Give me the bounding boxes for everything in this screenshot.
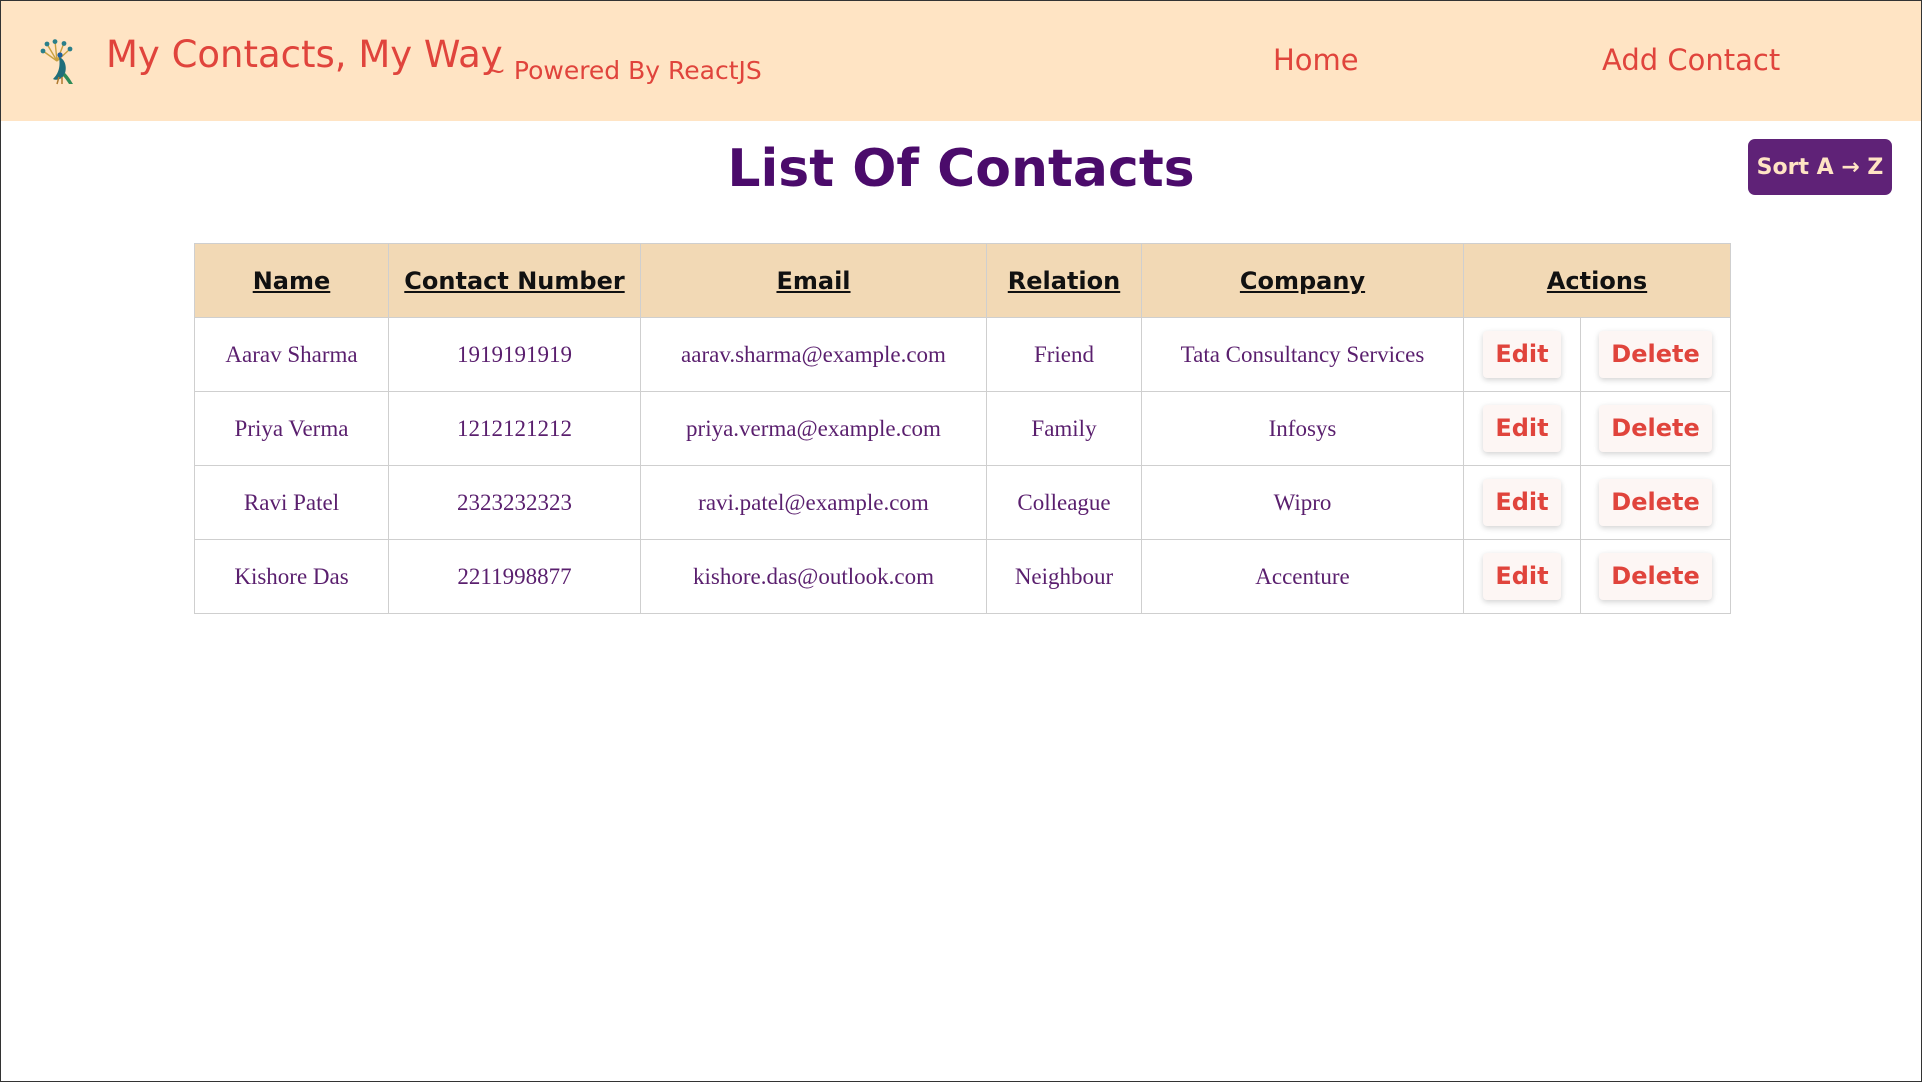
nav-add-contact-link[interactable]: Add Contact bbox=[1602, 43, 1780, 77]
navbar: My Contacts, My Way ~ Powered By ReactJS… bbox=[1, 1, 1921, 121]
cell-email: aarav.sharma@example.com bbox=[640, 317, 987, 392]
cell-edit: Edit bbox=[1463, 539, 1581, 614]
brand-title: My Contacts, My Way bbox=[106, 33, 503, 76]
cell-name: Aarav Sharma bbox=[194, 317, 389, 392]
cell-name: Ravi Patel bbox=[194, 465, 389, 540]
cell-edit: Edit bbox=[1463, 391, 1581, 466]
cell-contact-number: 1212121212 bbox=[388, 391, 641, 466]
cell-edit: Edit bbox=[1463, 465, 1581, 540]
cell-contact-number: 2211998877 bbox=[388, 539, 641, 614]
table-row: Priya Verma 1212121212 priya.verma@examp… bbox=[194, 391, 1732, 466]
cell-name: Kishore Das bbox=[194, 539, 389, 614]
cell-email: ravi.patel@example.com bbox=[640, 465, 987, 540]
edit-button[interactable]: Edit bbox=[1483, 405, 1561, 452]
delete-button[interactable]: Delete bbox=[1599, 479, 1712, 526]
header-email: Email bbox=[640, 243, 987, 318]
cell-relation: Neighbour bbox=[986, 539, 1142, 614]
cell-contact-number: 1919191919 bbox=[388, 317, 641, 392]
cell-delete: Delete bbox=[1579, 539, 1732, 614]
edit-button[interactable]: Edit bbox=[1483, 553, 1561, 600]
cell-delete: Delete bbox=[1579, 465, 1732, 540]
cell-delete: Delete bbox=[1579, 391, 1732, 466]
nav-home-link[interactable]: Home bbox=[1273, 43, 1359, 77]
delete-button[interactable]: Delete bbox=[1599, 331, 1712, 378]
cell-delete: Delete bbox=[1579, 317, 1732, 392]
brand-subtitle: ~ Powered By ReactJS bbox=[485, 56, 762, 85]
delete-button[interactable]: Delete bbox=[1599, 553, 1712, 600]
header-relation: Relation bbox=[986, 243, 1142, 318]
header-company: Company bbox=[1141, 243, 1464, 318]
table-row: Aarav Sharma 1919191919 aarav.sharma@exa… bbox=[194, 317, 1732, 392]
header-name: Name bbox=[194, 243, 389, 318]
cell-email: kishore.das@outlook.com bbox=[640, 539, 987, 614]
cell-company: Wipro bbox=[1141, 465, 1464, 540]
contacts-table: Name Contact Number Email Relation Compa… bbox=[194, 243, 1732, 614]
cell-email: priya.verma@example.com bbox=[640, 391, 987, 466]
header-actions: Actions bbox=[1462, 243, 1732, 318]
cell-company: Tata Consultancy Services bbox=[1141, 317, 1464, 392]
cell-edit: Edit bbox=[1463, 317, 1581, 392]
edit-button[interactable]: Edit bbox=[1483, 331, 1561, 378]
page-title: List Of Contacts bbox=[727, 139, 1195, 199]
cell-company: Infosys bbox=[1141, 391, 1464, 466]
sort-button[interactable]: Sort A → Z bbox=[1748, 139, 1892, 195]
peacock-icon[interactable] bbox=[39, 39, 83, 85]
table-header-row: Name Contact Number Email Relation Compa… bbox=[194, 243, 1732, 318]
cell-relation: Family bbox=[986, 391, 1142, 466]
header-contact-number: Contact Number bbox=[388, 243, 641, 318]
cell-company: Accenture bbox=[1141, 539, 1464, 614]
edit-button[interactable]: Edit bbox=[1483, 479, 1561, 526]
cell-name: Priya Verma bbox=[194, 391, 389, 466]
cell-relation: Friend bbox=[986, 317, 1142, 392]
table-row: Kishore Das 2211998877 kishore.das@outlo… bbox=[194, 539, 1732, 614]
cell-relation: Colleague bbox=[986, 465, 1142, 540]
delete-button[interactable]: Delete bbox=[1599, 405, 1712, 452]
cell-contact-number: 2323232323 bbox=[388, 465, 641, 540]
table-row: Ravi Patel 2323232323 ravi.patel@example… bbox=[194, 465, 1732, 540]
